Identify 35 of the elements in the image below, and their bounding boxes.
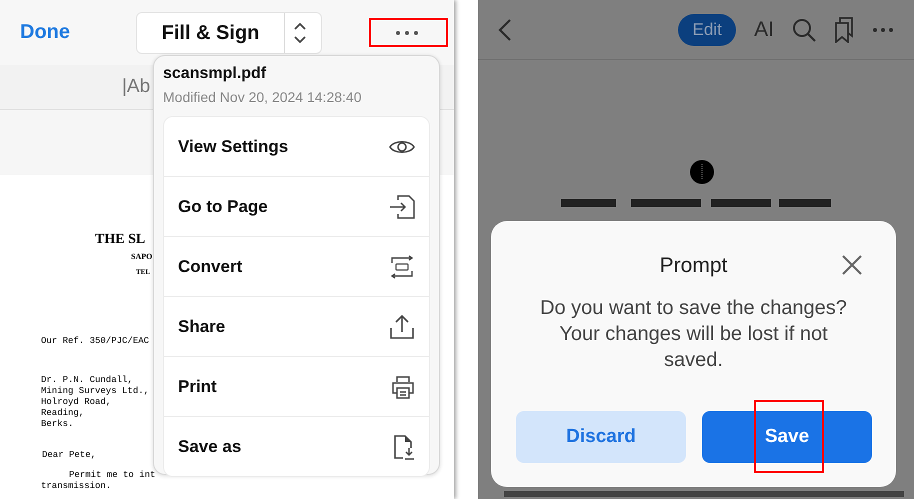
- menu-item-label: Go to Page: [178, 196, 268, 216]
- mode-label: Fill & Sign: [137, 12, 285, 52]
- dialog-title: Prompt: [660, 254, 728, 278]
- document-heading: THE SL: [94, 232, 146, 248]
- discard-button[interactable]: Discard: [516, 411, 686, 463]
- menu-item[interactable]: Convert: [164, 237, 429, 297]
- address-line: Holroyd Road,: [40, 397, 112, 408]
- body-text-line: transmission.: [40, 481, 112, 492]
- menu-item[interactable]: Save as: [164, 417, 429, 476]
- address-line: Mining Surveys Ltd.,: [40, 386, 150, 397]
- menu-item[interactable]: View Settings: [164, 117, 429, 177]
- menu-item-label: Print: [178, 376, 217, 396]
- menu-item-label: Share: [178, 316, 226, 336]
- address-line: Reading,: [40, 408, 86, 419]
- file-name: scansmpl.pdf: [163, 65, 268, 83]
- address-line: Berks.: [40, 419, 74, 430]
- save-button[interactable]: Save: [702, 411, 872, 463]
- modified-date: Modified Nov 20, 2024 14:28:40: [163, 89, 362, 105]
- body-text-line: Permit me to int: [68, 470, 153, 481]
- menu-item[interactable]: Go to Page: [164, 177, 429, 237]
- done-button[interactable]: Done: [20, 21, 70, 44]
- menu-item-label: Convert: [178, 256, 242, 276]
- salutation: Dear Pete,: [41, 450, 98, 460]
- edit-button[interactable]: Edit: [678, 14, 736, 46]
- document-subheading: SAPO: [130, 252, 153, 261]
- menu-item-label: Save as: [178, 436, 242, 456]
- text-style-label: |Ab: [122, 76, 150, 98]
- reference-line: Our Ref. 350/PJC/EAC: [40, 336, 150, 346]
- menu-item-label: View Settings: [178, 136, 288, 156]
- dialog-message: Do you want to save the changes? Your changes will be lost if not saved.: [539, 296, 848, 373]
- menu-item[interactable]: Print: [164, 357, 429, 417]
- address-line: Dr. P.N. Cundall,: [40, 375, 134, 386]
- ai-button[interactable]: AI: [754, 18, 774, 42]
- mode-selector[interactable]: Fill & Sign: [136, 12, 322, 54]
- menu-item[interactable]: Share: [164, 297, 429, 357]
